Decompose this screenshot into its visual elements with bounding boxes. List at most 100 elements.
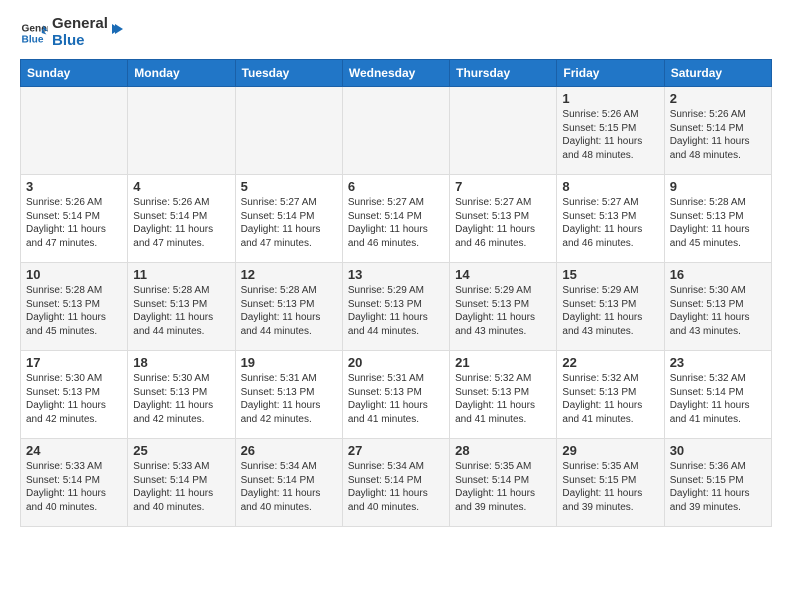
calendar-cell: 20 Sunrise: 5:31 AM Sunset: 5:13 PM Dayli… xyxy=(342,351,449,439)
day-info: Sunrise: 5:32 AM Sunset: 5:13 PM Dayligh… xyxy=(562,372,658,426)
day-info: Sunrise: 5:32 AM Sunset: 5:14 PM Dayligh… xyxy=(670,372,766,426)
day-info: Sunrise: 5:31 AM Sunset: 5:13 PM Dayligh… xyxy=(241,372,337,426)
day-number: 17 xyxy=(26,355,122,370)
day-info: Sunrise: 5:30 AM Sunset: 5:13 PM Dayligh… xyxy=(670,284,766,338)
calendar-cell: 13Sunrise: 5:29 AM Sunset: 5:13 PM Dayli… xyxy=(342,263,449,351)
day-info: Sunrise: 5:36 AM Sunset: 5:15 PM Dayligh… xyxy=(670,460,766,514)
calendar-cell: 22 Sunrise: 5:32 AM Sunset: 5:13 PM Dayli… xyxy=(557,351,664,439)
logo-chevron-icon xyxy=(106,20,124,38)
day-number: 8 xyxy=(562,179,658,194)
calendar-cell xyxy=(450,87,557,175)
day-number: 9 xyxy=(670,179,766,194)
calendar-week-row: 10 Sunrise: 5:28 AM Sunset: 5:13 PM Dayli… xyxy=(21,263,772,351)
day-number: 28 xyxy=(455,443,551,458)
calendar-cell: 4 Sunrise: 5:26 AM Sunset: 5:14 PM Daylig… xyxy=(128,175,235,263)
calendar-cell xyxy=(342,87,449,175)
day-info: Sunrise: 5:26 AM Sunset: 5:14 PM Dayligh… xyxy=(670,108,766,162)
calendar-cell: 3Sunrise: 5:26 AM Sunset: 5:14 PM Daylig… xyxy=(21,175,128,263)
day-info: Sunrise: 5:35 AM Sunset: 5:15 PM Dayligh… xyxy=(562,460,658,514)
calendar-cell: 23 Sunrise: 5:32 AM Sunset: 5:14 PM Dayli… xyxy=(664,351,771,439)
calendar-cell: 24 Sunrise: 5:33 AM Sunset: 5:14 PM Dayli… xyxy=(21,439,128,527)
calendar-cell: 11 Sunrise: 5:28 AM Sunset: 5:13 PM Dayli… xyxy=(128,263,235,351)
day-info: Sunrise: 5:28 AM Sunset: 5:13 PM Dayligh… xyxy=(241,284,337,338)
calendar-cell: 10 Sunrise: 5:28 AM Sunset: 5:13 PM Dayli… xyxy=(21,263,128,351)
calendar-cell: 2Sunrise: 5:26 AM Sunset: 5:14 PM Daylig… xyxy=(664,87,771,175)
day-number: 7 xyxy=(455,179,551,194)
calendar-cell: 5Sunrise: 5:27 AM Sunset: 5:14 PM Daylig… xyxy=(235,175,342,263)
calendar-table: SundayMondayTuesdayWednesdayThursdayFrid… xyxy=(20,59,772,527)
day-info: Sunrise: 5:34 AM Sunset: 5:14 PM Dayligh… xyxy=(348,460,444,514)
day-info: Sunrise: 5:26 AM Sunset: 5:15 PM Dayligh… xyxy=(562,108,658,162)
weekday-header-thursday: Thursday xyxy=(450,60,557,87)
weekday-header-tuesday: Tuesday xyxy=(235,60,342,87)
day-info: Sunrise: 5:34 AM Sunset: 5:14 PM Dayligh… xyxy=(241,460,337,514)
calendar-week-row: 3 Sunrise: 5:26 AM Sunset: 5:14 PM Daylig… xyxy=(21,175,772,263)
day-number: 23 xyxy=(670,355,766,370)
day-info: Sunrise: 5:35 AM Sunset: 5:14 PM Dayligh… xyxy=(455,460,551,514)
calendar-cell: 29 Sunrise: 5:35 AM Sunset: 5:15 PM Dayli… xyxy=(557,439,664,527)
calendar-cell: 25 Sunrise: 5:33 AM Sunset: 5:14 PM Dayli… xyxy=(128,439,235,527)
calendar-cell: 9 Sunrise: 5:28 AM Sunset: 5:13 PM Daylig… xyxy=(664,175,771,263)
day-info: Sunrise: 5:30 AM Sunset: 5:13 PM Dayligh… xyxy=(133,372,229,426)
day-info: Sunrise: 5:27 AM Sunset: 5:13 PM Dayligh… xyxy=(562,196,658,250)
calendar-cell: 28 Sunrise: 5:35 AM Sunset: 5:14 PM Dayli… xyxy=(450,439,557,527)
day-number: 25 xyxy=(133,443,229,458)
logo-blue: Blue xyxy=(52,33,108,50)
weekday-header-saturday: Saturday xyxy=(664,60,771,87)
calendar-cell xyxy=(21,87,128,175)
calendar-cell: 27 Sunrise: 5:34 AM Sunset: 5:14 PM Dayli… xyxy=(342,439,449,527)
weekday-header-monday: Monday xyxy=(128,60,235,87)
calendar-week-row: 24 Sunrise: 5:33 AM Sunset: 5:14 PM Dayli… xyxy=(21,439,772,527)
day-number: 18 xyxy=(133,355,229,370)
calendar-cell: 8 Sunrise: 5:27 AM Sunset: 5:13 PM Daylig… xyxy=(557,175,664,263)
weekday-header-friday: Friday xyxy=(557,60,664,87)
logo: General Blue General Blue xyxy=(20,16,124,49)
calendar-week-row: 17 Sunrise: 5:30 AM Sunset: 5:13 PM Dayli… xyxy=(21,351,772,439)
day-number: 15 xyxy=(562,267,658,282)
day-number: 11 xyxy=(133,267,229,282)
day-info: Sunrise: 5:32 AM Sunset: 5:13 PM Dayligh… xyxy=(455,372,551,426)
day-number: 19 xyxy=(241,355,337,370)
day-info: Sunrise: 5:28 AM Sunset: 5:13 PM Dayligh… xyxy=(133,284,229,338)
calendar-cell: 18 Sunrise: 5:30 AM Sunset: 5:13 PM Dayli… xyxy=(128,351,235,439)
day-number: 14 xyxy=(455,267,551,282)
day-info: Sunrise: 5:27 AM Sunset: 5:13 PM Dayligh… xyxy=(455,196,551,250)
day-info: Sunrise: 5:33 AM Sunset: 5:14 PM Dayligh… xyxy=(26,460,122,514)
calendar-cell: 19 Sunrise: 5:31 AM Sunset: 5:13 PM Dayli… xyxy=(235,351,342,439)
calendar-cell xyxy=(235,87,342,175)
day-info: Sunrise: 5:33 AM Sunset: 5:14 PM Dayligh… xyxy=(133,460,229,514)
day-number: 20 xyxy=(348,355,444,370)
day-number: 16 xyxy=(670,267,766,282)
day-info: Sunrise: 5:29 AM Sunset: 5:13 PM Dayligh… xyxy=(455,284,551,338)
day-number: 6 xyxy=(348,179,444,194)
calendar-cell: 1 Sunrise: 5:26 AM Sunset: 5:15 PM Daylig… xyxy=(557,87,664,175)
calendar-header-row: SundayMondayTuesdayWednesdayThursdayFrid… xyxy=(21,60,772,87)
day-info: Sunrise: 5:26 AM Sunset: 5:14 PM Dayligh… xyxy=(133,196,229,250)
calendar-cell: 21Sunrise: 5:32 AM Sunset: 5:13 PM Dayli… xyxy=(450,351,557,439)
day-number: 26 xyxy=(241,443,337,458)
day-number: 27 xyxy=(348,443,444,458)
calendar-cell: 14 Sunrise: 5:29 AM Sunset: 5:13 PM Dayli… xyxy=(450,263,557,351)
day-info: Sunrise: 5:28 AM Sunset: 5:13 PM Dayligh… xyxy=(670,196,766,250)
calendar-cell: 7 Sunrise: 5:27 AM Sunset: 5:13 PM Daylig… xyxy=(450,175,557,263)
day-info: Sunrise: 5:30 AM Sunset: 5:13 PM Dayligh… xyxy=(26,372,122,426)
day-number: 29 xyxy=(562,443,658,458)
calendar-cell: 16 Sunrise: 5:30 AM Sunset: 5:13 PM Dayli… xyxy=(664,263,771,351)
day-number: 24 xyxy=(26,443,122,458)
calendar-cell: 12Sunrise: 5:28 AM Sunset: 5:13 PM Dayli… xyxy=(235,263,342,351)
calendar-cell: 17 Sunrise: 5:30 AM Sunset: 5:13 PM Dayli… xyxy=(21,351,128,439)
day-number: 1 xyxy=(562,91,658,106)
calendar-cell: 15Sunrise: 5:29 AM Sunset: 5:13 PM Dayli… xyxy=(557,263,664,351)
calendar-cell xyxy=(128,87,235,175)
logo-icon: General Blue xyxy=(20,19,48,47)
header: General Blue General Blue xyxy=(20,16,772,49)
svg-text:Blue: Blue xyxy=(22,34,44,45)
day-info: Sunrise: 5:28 AM Sunset: 5:13 PM Dayligh… xyxy=(26,284,122,338)
day-number: 22 xyxy=(562,355,658,370)
page: General Blue General Blue SundayMondayTu… xyxy=(0,0,792,547)
day-info: Sunrise: 5:31 AM Sunset: 5:13 PM Dayligh… xyxy=(348,372,444,426)
day-number: 4 xyxy=(133,179,229,194)
day-number: 10 xyxy=(26,267,122,282)
weekday-header-wednesday: Wednesday xyxy=(342,60,449,87)
day-number: 3 xyxy=(26,179,122,194)
